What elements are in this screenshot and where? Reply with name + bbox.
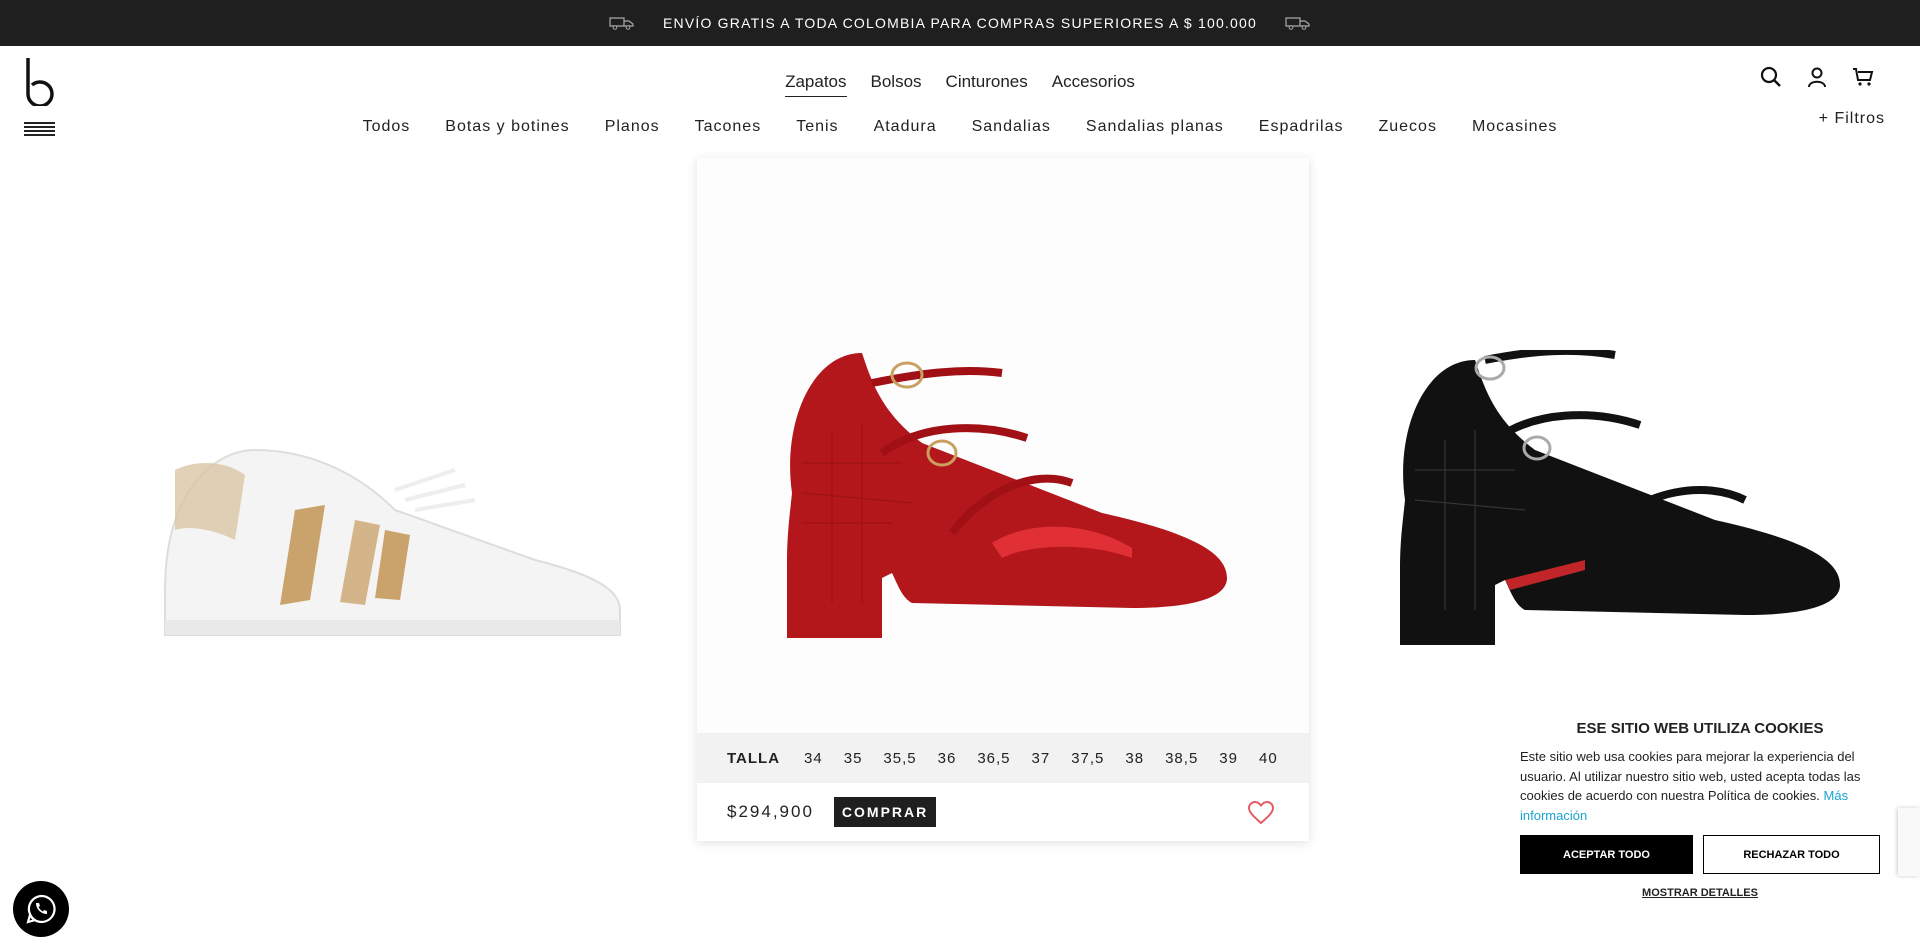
cart-icon[interactable]	[1852, 66, 1874, 88]
accept-all-button[interactable]: ACEPTAR TODO	[1520, 835, 1693, 874]
announcement-text: ENVÍO GRATIS A TODA COLOMBIA PARA COMPRA…	[663, 15, 1257, 31]
product-photo	[697, 158, 1309, 733]
product-image-black-heel[interactable]	[1385, 350, 1845, 650]
sub-nav-sandalias[interactable]: Sandalias	[972, 118, 1051, 136]
size-label: TALLA	[727, 749, 781, 767]
price-row: $294,900 COMPRAR	[697, 783, 1309, 841]
sub-nav-botas[interactable]: Botas y botines	[445, 118, 569, 136]
sub-nav-mocasines[interactable]: Mocasines	[1472, 118, 1557, 136]
sub-nav-tenis[interactable]: Tenis	[796, 118, 838, 136]
user-icon[interactable]	[1806, 66, 1828, 88]
truck-icon	[609, 17, 634, 30]
product-image-white-sneaker[interactable]	[155, 430, 625, 650]
main-nav-accesorios[interactable]: Accesorios	[1052, 72, 1135, 97]
product-image-red-heel[interactable]	[772, 343, 1232, 653]
main-nav: Zapatos Bolsos Cinturones Accesorios	[0, 72, 1920, 97]
cookie-banner: ESE SITIO WEB UTILIZA COOKIES Este sitio…	[1500, 700, 1900, 947]
size-option[interactable]: 36,5	[977, 750, 1010, 767]
truck-icon	[1285, 17, 1310, 30]
reject-all-button[interactable]: RECHAZAR TODO	[1703, 835, 1880, 874]
recaptcha-badge[interactable]	[1898, 808, 1920, 876]
size-option[interactable]: 40	[1259, 750, 1278, 767]
filters-button[interactable]: + Filtros	[1819, 110, 1885, 128]
site-header: Zapatos Bolsos Cinturones Accesorios Tod…	[0, 46, 1920, 158]
sub-nav-planos[interactable]: Planos	[605, 118, 660, 136]
show-details-link[interactable]: MOSTRAR DETALLES	[1520, 887, 1880, 899]
cookie-text: Este sitio web usa cookies para mejorar …	[1520, 747, 1880, 825]
size-option[interactable]: 37,5	[1071, 750, 1104, 767]
size-option[interactable]: 39	[1219, 750, 1238, 767]
product-card[interactable]: TALLA 34 35 35,5 36 36,5 37 37,5 38 38,5…	[697, 158, 1309, 841]
sub-nav-sandalias-planas[interactable]: Sandalias planas	[1086, 118, 1224, 136]
size-option[interactable]: 38,5	[1165, 750, 1198, 767]
main-nav-cinturones[interactable]: Cinturones	[946, 72, 1028, 97]
product-price: $294,900	[727, 802, 814, 821]
cookie-title: ESE SITIO WEB UTILIZA COOKIES	[1576, 720, 1824, 737]
cookie-buttons: ACEPTAR TODO RECHAZAR TODO	[1520, 835, 1880, 874]
header-icons	[1760, 66, 1874, 88]
size-option[interactable]: 34	[804, 750, 823, 767]
sub-nav-atadura[interactable]: Atadura	[874, 118, 937, 136]
sub-nav-espadrilas[interactable]: Espadrilas	[1259, 118, 1344, 136]
size-option[interactable]: 35,5	[883, 750, 916, 767]
cookie-body: Este sitio web usa cookies para mejorar …	[1520, 749, 1861, 803]
sub-nav-todos[interactable]: Todos	[363, 118, 411, 136]
size-selector: TALLA 34 35 35,5 36 36,5 37 37,5 38 38,5…	[697, 733, 1309, 783]
buy-button[interactable]: COMPRAR	[833, 797, 937, 827]
sub-nav-tacones[interactable]: Tacones	[695, 118, 762, 136]
main-nav-bolsos[interactable]: Bolsos	[871, 72, 922, 97]
size-option[interactable]: 35	[844, 750, 863, 767]
size-option[interactable]: 37	[1032, 750, 1051, 767]
main-nav-zapatos[interactable]: Zapatos	[785, 72, 847, 97]
sub-nav: Todos Botas y botines Planos Tacones Ten…	[0, 118, 1920, 136]
whatsapp-icon	[26, 894, 56, 924]
sub-nav-zuecos[interactable]: Zuecos	[1378, 118, 1436, 136]
search-icon[interactable]	[1760, 66, 1782, 88]
heart-icon[interactable]	[1248, 801, 1274, 825]
size-option[interactable]: 38	[1125, 750, 1144, 767]
size-option[interactable]: 36	[938, 750, 957, 767]
announcement-bar: ENVÍO GRATIS A TODA COLOMBIA PARA COMPRA…	[0, 0, 1920, 46]
whatsapp-button[interactable]	[13, 881, 69, 937]
